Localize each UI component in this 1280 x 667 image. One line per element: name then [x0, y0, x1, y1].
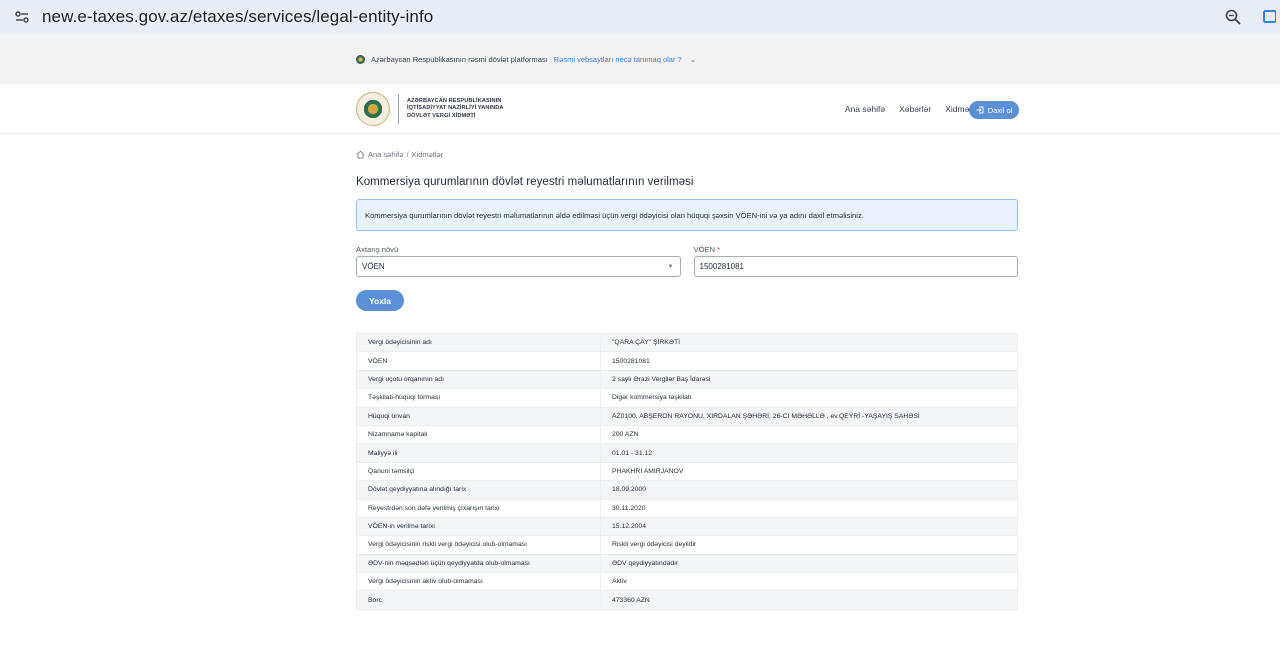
info-alert: Kommersiya qurumlarının dövlət reyestri …: [356, 199, 1018, 231]
national-emblem-icon: [356, 54, 365, 64]
main-content: Ana səhifə / Xidmətlər Kommersiya quruml…: [356, 150, 1018, 610]
caret-down-icon: ▼: [667, 264, 674, 270]
row-key: Vergi ödəyicisinin riskli vergi ödəyicis…: [356, 535, 601, 555]
logo-line-3: DÖVLƏT VERGİ XİDMƏTİ: [407, 112, 476, 119]
search-type-field: Axtarış növü VÖEN ▼: [356, 245, 681, 277]
table-row: Reyestrdən son dəfə verilmiş çıxarışın t…: [356, 498, 1018, 518]
row-value: AZ0100, ABŞERON RAYONU, XIRDALAN ŞƏHƏRİ,…: [600, 406, 1018, 426]
zoom-out-icon[interactable]: [1222, 6, 1244, 28]
row-key: Hüquqi ünvan: [356, 406, 601, 426]
login-button[interactable]: Daxil ol: [969, 101, 1019, 119]
voen-input-value: 1500281081: [699, 262, 745, 271]
logo-line-2: İQTİSADİYYAT NAZİRLİYİ YANINDA: [407, 105, 504, 112]
tax-service-emblem-icon: [356, 92, 390, 126]
official-sites-link[interactable]: Rəsmi vebsaytları necə tanımaq olar ?: [554, 55, 682, 64]
row-value: ƏDV qeydiyyatındadır: [600, 553, 1018, 574]
logo-divider: [398, 94, 399, 124]
browser-address-bar: new.e-taxes.gov.az/etaxes/services/legal…: [0, 0, 1280, 34]
row-value: 1500281081: [600, 351, 1018, 371]
info-alert-text: Kommersiya qurumlarının dövlət reyestri …: [365, 210, 864, 220]
row-value: "QARA ÇAY" ŞİRKƏTİ: [600, 332, 1018, 353]
result-table: Vergi ödəyicisinin adı "QARA ÇAY" ŞİRKƏTİ…: [356, 332, 1018, 610]
row-key: VÖEN: [356, 351, 601, 371]
check-button[interactable]: Yoxla: [356, 290, 404, 311]
table-row: ƏDV-nin məqsədləri üçün qeydiyyatda olub…: [356, 553, 1018, 574]
site-header: AZƏRBAYCAN RESPUBLİKASININ İQTİSADİYYAT …: [0, 84, 1280, 134]
search-type-label: Axtarış növü: [356, 245, 399, 254]
page-title: Kommersiya qurumlarının dövlət reyestri …: [356, 176, 694, 188]
row-value: 473360 AZN: [600, 590, 1018, 610]
site-settings-icon[interactable]: [12, 7, 32, 27]
table-row: Maliyyə ili 01.01 - 31.12: [356, 443, 1018, 463]
chevron-down-icon[interactable]: ⌄: [690, 55, 697, 64]
row-value: Riskli vergi ödəyicisi deyildir: [600, 535, 1018, 555]
table-row: Təşkilati-hüquqi forması Digər kommersiya…: [356, 388, 1018, 408]
table-row: Qanuni təmsilçi PHAKHRI AMIRJANOV: [356, 461, 1018, 482]
breadcrumb-current[interactable]: Xidmətlər: [412, 150, 444, 159]
voen-field: VÖEN * 1500281081: [693, 245, 1019, 277]
site-logo[interactable]: AZƏRBAYCAN RESPUBLİKASININ İQTİSADİYYAT …: [356, 92, 504, 126]
row-key: VÖEN-in verilmə tarixi: [356, 516, 601, 537]
login-label: Daxil ol: [987, 105, 1013, 115]
row-key: Vergi uçotu orqanının adı: [356, 369, 601, 390]
row-value: Digər kommersiya təşkilatı: [600, 388, 1018, 408]
official-banner-text: Azərbaycan Respublikasının rəsmi dövlət …: [371, 54, 548, 64]
row-key: Vergi ödəyicisinin aktiv olub-olmaması: [356, 572, 601, 592]
row-key: Borc: [356, 590, 601, 610]
row-value: 01.01 - 31.12: [600, 443, 1018, 463]
table-row: Vergi ödəyicisinin riskli vergi ödəyicis…: [356, 535, 1018, 555]
row-key: Qanuni təmsilçi: [356, 461, 601, 482]
table-row: Dövlət qeydiyyatına alındığı tarix 18.09.…: [356, 480, 1018, 500]
row-value: PHAKHRI AMIRJANOV: [600, 461, 1018, 482]
table-row: VÖEN 1500281081: [356, 351, 1018, 371]
table-row: Hüquqi ünvan AZ0100, ABŞERON RAYONU, XIRD…: [356, 406, 1018, 426]
cast-icon[interactable]: [1258, 6, 1280, 28]
nav-news[interactable]: Xəbərlər: [899, 104, 931, 114]
row-key: Reyestrdən son dəfə verilmiş çıxarışın t…: [356, 498, 601, 518]
row-value: 30.11.2020: [600, 498, 1018, 518]
table-row: Vergi ödəyicisinin aktiv olub-olmaması Ak…: [356, 572, 1018, 592]
row-key: ƏDV-nin məqsədləri üçün qeydiyyatda olub…: [356, 553, 601, 574]
row-key: Maliyyə ili: [356, 443, 601, 463]
row-value: 18.09.2000: [600, 480, 1018, 500]
breadcrumb-separator: /: [406, 150, 409, 159]
search-type-value: VÖEN: [362, 262, 385, 271]
table-row: Nizamnamə kapitalı 200 AZN: [356, 424, 1018, 445]
row-key: Nizamnamə kapitalı: [356, 424, 601, 445]
voen-label: VÖEN: [693, 245, 716, 254]
required-marker: *: [717, 245, 721, 254]
voen-input[interactable]: 1500281081: [693, 256, 1018, 277]
row-value: 15.12.2004: [600, 516, 1018, 537]
row-key: Təşkilati-hüquqi forması: [356, 388, 601, 408]
breadcrumb-home[interactable]: Ana səhifə: [368, 150, 403, 159]
row-key: Dövlət qeydiyyatına alındığı tarix: [356, 480, 601, 500]
logo-text: AZƏRBAYCAN RESPUBLİKASININ İQTİSADİYYAT …: [407, 98, 504, 120]
row-value: Aktiv: [600, 572, 1018, 592]
url-text[interactable]: new.e-taxes.gov.az/etaxes/services/legal…: [42, 7, 433, 27]
voen-label-wrap: VÖEN *: [694, 245, 1019, 255]
official-platform-banner: Azərbaycan Respublikasının rəsmi dövlət …: [0, 34, 1280, 84]
home-icon[interactable]: [356, 150, 365, 159]
row-value: 200 AZN: [600, 424, 1018, 445]
row-value: 2 saylı Ərazi Vergilər Baş İdarəsi: [600, 369, 1018, 390]
login-icon: [976, 106, 984, 114]
row-key: Vergi ödəyicisinin adı: [356, 332, 601, 353]
table-row: Vergi uçotu orqanının adı 2 saylı Ərazi V…: [356, 369, 1018, 390]
search-form: Axtarış növü VÖEN ▼ VÖEN * 1500281081: [356, 245, 1018, 277]
table-row: Borc 473360 AZN: [356, 590, 1018, 610]
search-type-select[interactable]: VÖEN ▼: [356, 256, 681, 277]
breadcrumb: Ana səhifə / Xidmətlər: [356, 150, 1018, 159]
table-row: VÖEN-in verilmə tarixi 15.12.2004: [356, 516, 1018, 537]
nav-home[interactable]: Ana səhifə: [845, 104, 885, 114]
table-row: Vergi ödəyicisinin adı "QARA ÇAY" ŞİRKƏTİ: [356, 332, 1018, 353]
